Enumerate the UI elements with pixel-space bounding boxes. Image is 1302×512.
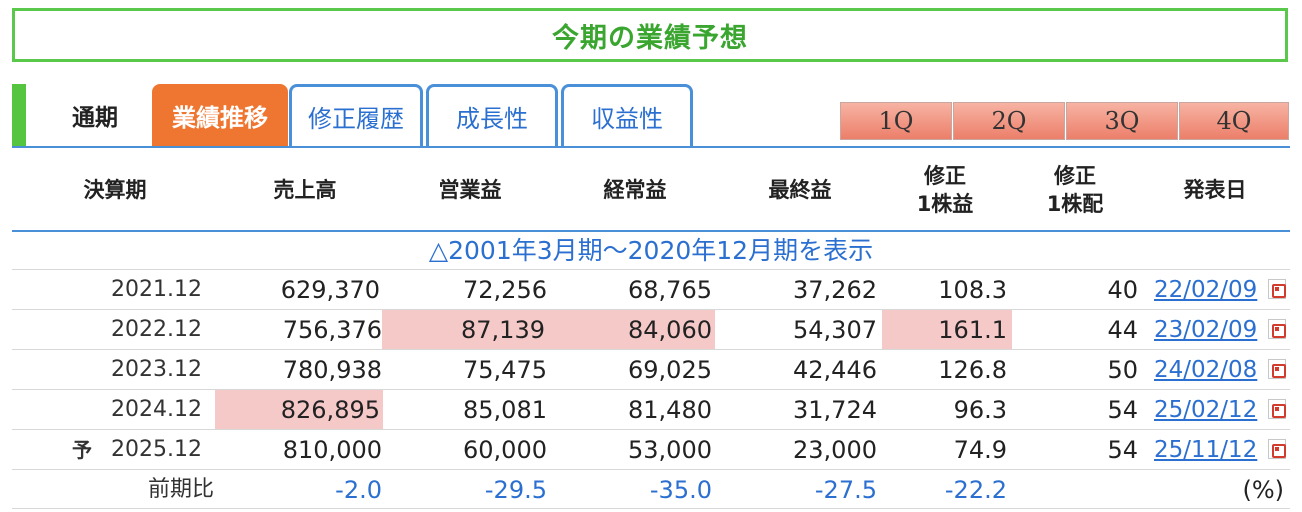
table-bottom-border [12,508,1290,509]
unit-label: (%) [1242,476,1284,504]
tab-growth[interactable]: 成長性 [426,84,558,146]
quarter-button-2q[interactable]: 2Q [953,102,1065,140]
announce-date-link[interactable]: 25/11/12 [1154,430,1269,469]
comparison-label: 前期比 [147,477,214,502]
quarter-button-1q[interactable]: 1Q [840,102,952,140]
cell-ordinary-income: 53,000 [628,436,712,464]
cell-period: 2021.12 [111,277,202,302]
cell-ordinary-income: 69,025 [628,356,712,384]
quarter-button-3q[interactable]: 3Q [1066,102,1178,140]
announce-date-link[interactable]: 24/02/08 [1154,350,1269,389]
cell-ordinary-income: 84,060 [547,310,715,349]
tab-full-year[interactable]: 通期 [26,84,164,146]
table-row: 2022.12 756,376 87,139 84,060 54,307 161… [12,309,1290,349]
cell-period: 2022.12 [111,317,202,342]
tab-marker [12,84,26,146]
header-eps: 修正 1株益 [885,150,1005,230]
cell-period: 2024.12 [111,397,202,422]
cell-sales: 756,376 [282,316,382,344]
cell-ordinary-income: 81,480 [628,396,712,424]
header-announce-date: 発表日 [1183,178,1247,202]
cell-eps-change: -22.2 [944,476,1007,504]
cell-net-change: -27.5 [814,476,877,504]
show-history-link[interactable]: △2001年3月期～2020年12月期を表示 [12,233,1290,269]
cell-sales: 826,895 [215,390,383,429]
cell-eps: 108.3 [938,276,1007,304]
section-title-box: 今期の業績予想 [12,8,1288,62]
announce-date-link[interactable]: 23/02/09 [1154,310,1269,349]
cell-net-income: 31,724 [793,396,877,424]
table-row: 2024.12 826,895 85,081 81,480 31,724 96.… [12,389,1290,429]
cell-ordinary-income: 68,765 [628,276,712,304]
cell-operating-income: 75,475 [463,356,547,384]
table-row: 2023.12 780,938 75,475 69,025 42,446 126… [12,349,1290,389]
table-row: 予 2025.12 810,000 60,000 53,000 23,000 7… [12,429,1290,469]
quarter-button-4q[interactable]: 4Q [1179,102,1289,140]
cell-sales: 780,938 [282,356,382,384]
cell-operating-income: 60,000 [463,436,547,464]
header-bottom-border [12,230,1290,232]
cell-net-income: 23,000 [793,436,877,464]
comparison-row: 前期比 -2.0 -29.5 -35.0 -27.5 -22.2 (%) [12,469,1290,509]
header-period: 決算期 [83,178,147,202]
cell-operating-change: -29.5 [484,476,547,504]
header-dps-line2: 1株配 [1046,192,1104,216]
cell-period: 2025.12 [111,437,202,462]
cell-sales: 629,370 [280,276,380,304]
tab-revision-history[interactable]: 修正履歴 [289,84,423,146]
cell-sales-change: -2.0 [335,476,382,504]
cell-operating-income: 87,139 [382,310,547,349]
header-ordinary-income: 経常益 [603,178,667,202]
header-dps-line1: 修正 [1054,164,1096,188]
announce-date-link[interactable]: 25/02/12 [1154,390,1269,429]
cell-eps: 126.8 [938,356,1007,384]
cell-operating-income: 72,256 [463,276,547,304]
cell-eps: 96.3 [953,396,1007,424]
header-dps: 修正 1株配 [1015,150,1135,230]
cell-sales: 810,000 [282,436,382,464]
pdf-icon[interactable] [1268,319,1286,339]
cell-dps: 40 [1107,276,1138,304]
cell-period: 2023.12 [111,357,202,382]
header-eps-line2: 1株益 [916,192,974,216]
header-sales: 売上高 [273,178,337,202]
cell-net-income: 54,307 [793,316,877,344]
pdf-icon[interactable] [1268,399,1286,419]
table-row: 2021.12 629,370 72,256 68,765 37,262 108… [12,269,1290,309]
cell-eps: 161.1 [882,310,1012,349]
header-eps-line1: 修正 [924,164,966,188]
cell-net-income: 42,446 [793,356,877,384]
pdf-icon[interactable] [1268,359,1286,379]
cell-ordinary-change: -35.0 [649,476,712,504]
cell-operating-income: 85,081 [463,396,547,424]
pdf-icon[interactable] [1268,439,1286,459]
cell-dps: 50 [1107,356,1138,384]
header-net-income: 最終益 [768,178,832,202]
table-top-border [12,146,1290,148]
tab-performance-trend[interactable]: 業績推移 [152,84,288,146]
cell-net-income: 37,262 [793,276,877,304]
announce-date-link[interactable]: 22/02/09 [1154,270,1269,309]
tab-profitability[interactable]: 収益性 [561,84,693,146]
cell-dps: 54 [1107,396,1138,424]
cell-eps: 74.9 [953,436,1007,464]
header-operating-income: 営業益 [438,178,502,202]
cell-dps: 54 [1107,436,1138,464]
pdf-icon[interactable] [1268,279,1286,299]
cell-dps: 44 [1107,316,1138,344]
section-title: 今期の業績予想 [552,22,748,54]
